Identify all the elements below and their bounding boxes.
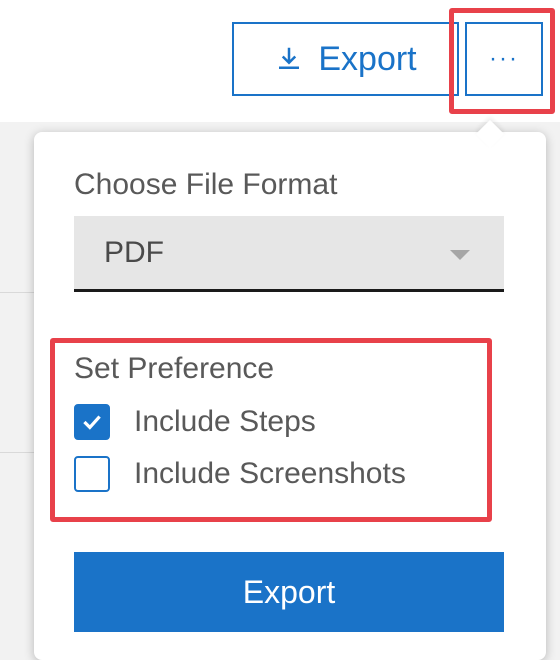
more-options-button[interactable]: ··· [465,22,543,96]
include-steps-label: Include Steps [134,405,316,438]
more-icon: ··· [489,45,519,72]
export-submit-button[interactable]: Export [74,552,504,632]
preference-label: Set Preference [74,352,275,385]
export-toolbar-label: Export [318,39,417,78]
include-screenshots-checkbox[interactable] [74,456,110,492]
export-toolbar-button[interactable]: Export [232,22,459,96]
file-format-value: PDF [104,235,164,269]
include-steps-option[interactable]: Include Steps [74,404,316,440]
file-format-select[interactable]: PDF [74,216,504,292]
include-screenshots-option[interactable]: Include Screenshots [74,456,406,492]
checkmark-icon [83,415,101,430]
download-icon [279,47,300,69]
include-steps-checkbox[interactable] [74,404,110,440]
export-submit-label: Export [242,573,336,610]
include-screenshots-label: Include Screenshots [134,457,406,490]
file-format-label: Choose File Format [74,168,338,201]
caret-down-icon [450,250,470,260]
